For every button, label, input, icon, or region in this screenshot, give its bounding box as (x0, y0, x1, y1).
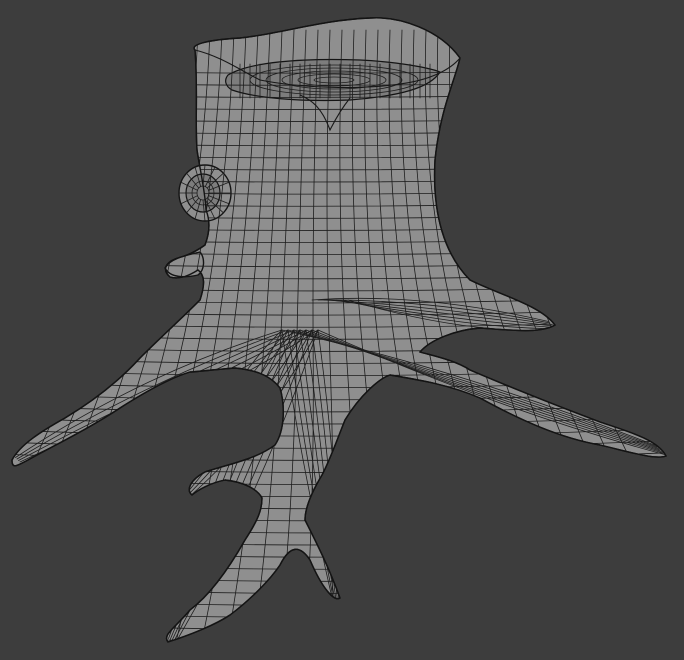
edge-loop (424, 29, 542, 642)
edge-loop (497, 29, 666, 642)
edge-loop (12, 523, 666, 534)
edge-loop (449, 29, 595, 642)
edge-loop (12, 583, 666, 594)
edge-loop (12, 571, 666, 582)
edge-loop (12, 463, 666, 473)
edge-loop (12, 451, 666, 461)
edge-loop (12, 29, 163, 642)
edge-loop (12, 559, 666, 570)
edge-loop (12, 535, 666, 546)
edge-loop (461, 29, 621, 642)
edge-loop (12, 29, 151, 642)
edge-loop (509, 29, 666, 642)
edge-loop (12, 499, 666, 510)
edge-loop (12, 619, 666, 631)
edge-loop (12, 511, 666, 522)
edge-loop (12, 29, 175, 642)
stump-mesh[interactable] (0, 0, 684, 660)
edge-loop (12, 631, 666, 642)
edge-loop (485, 29, 666, 642)
edge-loop (473, 29, 648, 642)
3d-viewport[interactable] (0, 0, 684, 660)
edge-loop (12, 475, 666, 485)
edge-loop (12, 547, 666, 558)
edge-loop (12, 607, 666, 619)
edge-loop (436, 29, 568, 642)
edge-loop (12, 595, 666, 606)
edge-loop (12, 487, 666, 498)
stump-silhouette (11, 17, 667, 643)
